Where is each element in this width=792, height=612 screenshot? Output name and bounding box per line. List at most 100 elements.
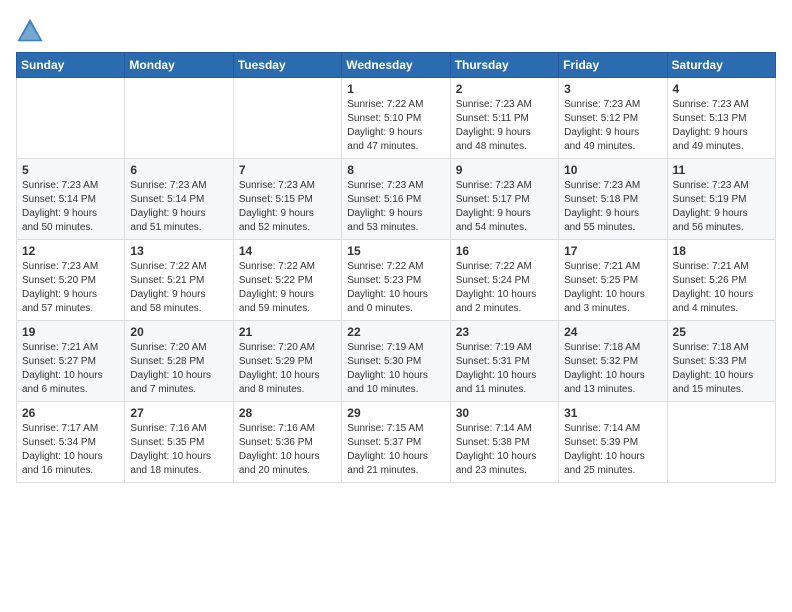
day-info: Sunrise: 7:18 AM Sunset: 5:33 PM Dayligh… [673,341,770,397]
day-number: 17 [564,244,661,258]
day-info: Sunrise: 7:23 AM Sunset: 5:12 PM Dayligh… [564,98,661,154]
day-info: Sunrise: 7:23 AM Sunset: 5:15 PM Dayligh… [239,179,336,235]
calendar-cell: 14Sunrise: 7:22 AM Sunset: 5:22 PM Dayli… [233,240,341,321]
calendar-cell [125,78,233,159]
calendar-cell: 29 Sunrise: 7:15 AM Sunset: 5:37 PM Dayli… [342,402,450,483]
calendar-cell: 9 Sunrise: 7:23 AM Sunset: 5:17 PM Daylig… [450,159,558,240]
day-info: Sunrise: 7:22 AM Sunset: 5:23 PM Dayligh… [347,260,444,316]
calendar-week-row: 26 Sunrise: 7:17 AM Sunset: 5:34 PM Dayli… [17,402,776,483]
calendar-cell: 24 Sunrise: 7:18 AM Sunset: 5:32 PM Dayli… [559,321,667,402]
calendar-cell: 21 Sunrise: 7:20 AM Sunset: 5:29 PM Dayli… [233,321,341,402]
calendar-week-row: 5 Sunrise: 7:23 AM Sunset: 5:14 PM Daylig… [17,159,776,240]
day-info: Sunrise: 7:20 AM Sunset: 5:29 PM Dayligh… [239,341,336,397]
calendar-cell: 23Sunrise: 7:19 AM Sunset: 5:31 PM Dayli… [450,321,558,402]
day-number: 3 [564,82,661,96]
day-info: Sunrise: 7:22 AM Sunset: 5:24 PM Dayligh… [456,260,553,316]
day-number: 16 [456,244,553,258]
day-info: Sunrise: 7:23 AM Sunset: 5:14 PM Dayligh… [130,179,227,235]
calendar-week-row: 19 Sunrise: 7:21 AM Sunset: 5:27 PM Dayli… [17,321,776,402]
day-info: Sunrise: 7:23 AM Sunset: 5:14 PM Dayligh… [22,179,119,235]
calendar-cell: 4Sunrise: 7:23 AM Sunset: 5:13 PM Daylig… [667,78,775,159]
calendar-cell: 17 Sunrise: 7:21 AM Sunset: 5:25 PM Dayli… [559,240,667,321]
calendar-cell: 19 Sunrise: 7:21 AM Sunset: 5:27 PM Dayli… [17,321,125,402]
day-number: 21 [239,325,336,339]
day-info: Sunrise: 7:21 AM Sunset: 5:26 PM Dayligh… [673,260,770,316]
day-number: 5 [22,163,119,177]
day-number: 10 [564,163,661,177]
day-info: Sunrise: 7:14 AM Sunset: 5:38 PM Dayligh… [456,422,553,478]
calendar-table: SundayMondayTuesdayWednesdayThursdayFrid… [16,52,776,483]
calendar-cell: 3 Sunrise: 7:23 AM Sunset: 5:12 PM Daylig… [559,78,667,159]
day-number: 23 [456,325,553,339]
day-number: 25 [673,325,770,339]
day-info: Sunrise: 7:22 AM Sunset: 5:21 PM Dayligh… [130,260,227,316]
calendar-cell: 25 Sunrise: 7:18 AM Sunset: 5:33 PM Dayli… [667,321,775,402]
day-info: Sunrise: 7:20 AM Sunset: 5:28 PM Dayligh… [130,341,227,397]
calendar-cell: 18 Sunrise: 7:21 AM Sunset: 5:26 PM Dayli… [667,240,775,321]
weekday-header: Tuesday [233,53,341,78]
weekday-header: Saturday [667,53,775,78]
day-number: 19 [22,325,119,339]
day-number: 7 [239,163,336,177]
day-number: 14 [239,244,336,258]
day-number: 26 [22,406,119,420]
day-number: 24 [564,325,661,339]
main-container: SundayMondayTuesdayWednesdayThursdayFrid… [0,0,792,493]
calendar-cell: 20 Sunrise: 7:20 AM Sunset: 5:28 PM Dayli… [125,321,233,402]
day-info: Sunrise: 7:15 AM Sunset: 5:37 PM Dayligh… [347,422,444,478]
day-number: 29 [347,406,444,420]
weekday-header: Monday [125,53,233,78]
day-number: 2 [456,82,553,96]
calendar-cell: 1Sunrise: 7:22 AM Sunset: 5:10 PM Daylig… [342,78,450,159]
calendar-cell [233,78,341,159]
calendar-cell: 10Sunrise: 7:23 AM Sunset: 5:18 PM Dayli… [559,159,667,240]
calendar-week-row: 1Sunrise: 7:22 AM Sunset: 5:10 PM Daylig… [17,78,776,159]
day-number: 27 [130,406,227,420]
calendar-cell [17,78,125,159]
day-info: Sunrise: 7:16 AM Sunset: 5:35 PM Dayligh… [130,422,227,478]
calendar-cell: 7 Sunrise: 7:23 AM Sunset: 5:15 PM Daylig… [233,159,341,240]
day-info: Sunrise: 7:21 AM Sunset: 5:27 PM Dayligh… [22,341,119,397]
logo [16,16,48,44]
weekday-header: Thursday [450,53,558,78]
day-number: 8 [347,163,444,177]
day-info: Sunrise: 7:23 AM Sunset: 5:17 PM Dayligh… [456,179,553,235]
day-number: 15 [347,244,444,258]
calendar-cell: 6 Sunrise: 7:23 AM Sunset: 5:14 PM Daylig… [125,159,233,240]
calendar-header-row: SundayMondayTuesdayWednesdayThursdayFrid… [17,53,776,78]
calendar-cell: 12Sunrise: 7:23 AM Sunset: 5:20 PM Dayli… [17,240,125,321]
day-info: Sunrise: 7:23 AM Sunset: 5:19 PM Dayligh… [673,179,770,235]
day-number: 18 [673,244,770,258]
day-number: 6 [130,163,227,177]
calendar-cell: 31Sunrise: 7:14 AM Sunset: 5:39 PM Dayli… [559,402,667,483]
day-info: Sunrise: 7:23 AM Sunset: 5:20 PM Dayligh… [22,260,119,316]
day-info: Sunrise: 7:23 AM Sunset: 5:13 PM Dayligh… [673,98,770,154]
calendar-cell: 22Sunrise: 7:19 AM Sunset: 5:30 PM Dayli… [342,321,450,402]
weekday-header: Friday [559,53,667,78]
day-number: 30 [456,406,553,420]
calendar-cell: 30 Sunrise: 7:14 AM Sunset: 5:38 PM Dayli… [450,402,558,483]
day-info: Sunrise: 7:21 AM Sunset: 5:25 PM Dayligh… [564,260,661,316]
calendar-cell: 26 Sunrise: 7:17 AM Sunset: 5:34 PM Dayli… [17,402,125,483]
day-number: 13 [130,244,227,258]
day-number: 11 [673,163,770,177]
logo-icon [16,16,44,44]
weekday-header: Wednesday [342,53,450,78]
day-info: Sunrise: 7:17 AM Sunset: 5:34 PM Dayligh… [22,422,119,478]
day-info: Sunrise: 7:18 AM Sunset: 5:32 PM Dayligh… [564,341,661,397]
calendar-cell: 16 Sunrise: 7:22 AM Sunset: 5:24 PM Dayli… [450,240,558,321]
weekday-header: Sunday [17,53,125,78]
day-info: Sunrise: 7:16 AM Sunset: 5:36 PM Dayligh… [239,422,336,478]
day-number: 9 [456,163,553,177]
day-number: 1 [347,82,444,96]
calendar-cell: 5 Sunrise: 7:23 AM Sunset: 5:14 PM Daylig… [17,159,125,240]
calendar-cell: 27 Sunrise: 7:16 AM Sunset: 5:35 PM Dayli… [125,402,233,483]
calendar-week-row: 12Sunrise: 7:23 AM Sunset: 5:20 PM Dayli… [17,240,776,321]
day-info: Sunrise: 7:23 AM Sunset: 5:11 PM Dayligh… [456,98,553,154]
header [16,16,776,44]
calendar-cell [667,402,775,483]
day-info: Sunrise: 7:14 AM Sunset: 5:39 PM Dayligh… [564,422,661,478]
day-number: 22 [347,325,444,339]
day-number: 20 [130,325,227,339]
calendar-cell: 11 Sunrise: 7:23 AM Sunset: 5:19 PM Dayli… [667,159,775,240]
